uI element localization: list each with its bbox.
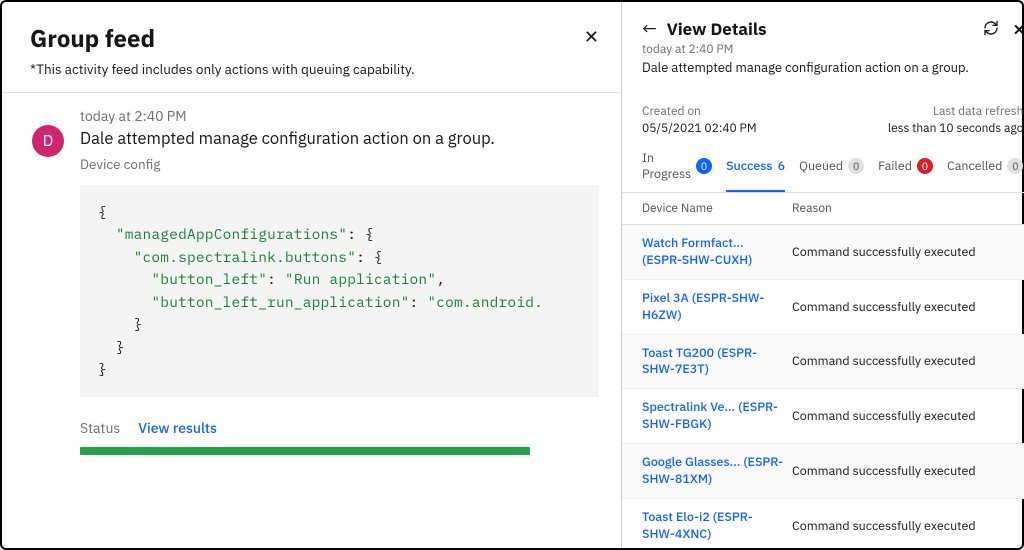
reason-text: Command successfully executed bbox=[792, 518, 1023, 534]
tab-queued[interactable]: Queued 0 bbox=[799, 150, 864, 192]
device-name-link[interactable]: Toast TG200 (ESPR-SHW-7E3T) bbox=[642, 345, 792, 379]
reason-text: Command successfully executed bbox=[792, 353, 1023, 369]
created-on-value: 05/5/2021 02:40 PM bbox=[642, 121, 757, 136]
cancelled-count: 0 bbox=[1007, 158, 1023, 174]
feed-description: Dale attempted manage configuration acti… bbox=[80, 127, 599, 149]
table-body: Watch Formfact... (ESPR-SHW-CUXH)Command… bbox=[622, 225, 1024, 548]
details-description: Dale attempted manage configuration acti… bbox=[642, 59, 1023, 76]
table-row: Watch Formfact... (ESPR-SHW-CUXH)Command… bbox=[622, 225, 1024, 280]
close-icon[interactable]: ✕ bbox=[1013, 23, 1024, 38]
col-device-name: Device Name bbox=[642, 201, 792, 216]
group-feed-title: Group feed bbox=[30, 22, 593, 54]
feed-body: today at 2:40 PM Dale attempted manage c… bbox=[80, 107, 599, 455]
progress-bar bbox=[80, 447, 530, 455]
status-row: Status View results bbox=[80, 397, 599, 443]
table-header: Device Name Reason bbox=[622, 193, 1024, 225]
details-timestamp: today at 2:40 PM bbox=[642, 42, 1023, 57]
status-tabs: In Progress 0 Success 6 Queued 0 Failed … bbox=[622, 146, 1024, 193]
tab-success[interactable]: Success 6 bbox=[726, 150, 785, 192]
reason-text: Command successfully executed bbox=[792, 244, 1023, 260]
feed-category: Device config bbox=[80, 155, 599, 173]
tab-failed[interactable]: Failed 0 bbox=[878, 150, 933, 192]
code-block: { "managedAppConfigurations": { "com.spe… bbox=[80, 185, 599, 397]
last-refresh-label: Last data refresh bbox=[933, 104, 1023, 119]
table-row: Toast Elo-i2 (ESPR-SHW-4XNC)Command succ… bbox=[622, 499, 1024, 548]
failed-count: 0 bbox=[917, 158, 933, 174]
device-name-link[interactable]: Pixel 3A (ESPR-SHW-H6ZW) bbox=[642, 290, 792, 324]
view-results-link[interactable]: View results bbox=[138, 419, 217, 437]
group-feed-subtitle: *This activity feed includes only action… bbox=[30, 60, 593, 78]
back-arrow-icon[interactable]: ← bbox=[642, 20, 657, 38]
table-row: Pixel 3A (ESPR-SHW-H6ZW)Command successf… bbox=[622, 280, 1024, 335]
details-title: View Details bbox=[667, 18, 767, 40]
feed-item: D today at 2:40 PM Dale attempted manage… bbox=[2, 93, 621, 455]
table-row: Spectralink Ve... (ESPR-SHW-FBGK)Command… bbox=[622, 389, 1024, 444]
device-name-link[interactable]: Watch Formfact... (ESPR-SHW-CUXH) bbox=[642, 235, 792, 269]
last-refresh-value: less than 10 seconds ago bbox=[888, 121, 1024, 136]
avatar: D bbox=[32, 125, 64, 157]
created-on-label: Created on bbox=[642, 104, 757, 119]
col-reason: Reason bbox=[792, 201, 1023, 216]
feed-timestamp: today at 2:40 PM bbox=[80, 107, 599, 125]
tab-in-progress[interactable]: In Progress 0 bbox=[642, 150, 712, 192]
table-row: Toast TG200 (ESPR-SHW-7E3T)Command succe… bbox=[622, 335, 1024, 390]
close-icon[interactable]: ✕ bbox=[584, 28, 599, 46]
reason-text: Command successfully executed bbox=[792, 463, 1023, 479]
device-name-link[interactable]: Toast Elo-i2 (ESPR-SHW-4XNC) bbox=[642, 509, 792, 543]
view-details-panel: ← View Details ✕ today at 2:40 PM Dale a… bbox=[622, 2, 1024, 548]
success-count: 6 bbox=[778, 158, 786, 174]
group-feed-header: Group feed *This activity feed includes … bbox=[2, 2, 621, 93]
device-name-link[interactable]: Spectralink Ve... (ESPR-SHW-FBGK) bbox=[642, 399, 792, 433]
refresh-icon[interactable] bbox=[983, 20, 999, 41]
meta-row: Created on 05/5/2021 02:40 PM Last data … bbox=[622, 90, 1024, 146]
status-label: Status bbox=[80, 419, 120, 437]
queued-count: 0 bbox=[848, 158, 864, 174]
details-header: ← View Details ✕ today at 2:40 PM Dale a… bbox=[622, 2, 1024, 90]
reason-text: Command successfully executed bbox=[792, 299, 1023, 315]
device-name-link[interactable]: Google Glasses... (ESPR-SHW-81XM) bbox=[642, 454, 792, 488]
tab-cancelled[interactable]: Cancelled 0 bbox=[947, 150, 1023, 192]
group-feed-panel: Group feed *This activity feed includes … bbox=[2, 2, 622, 548]
reason-text: Command successfully executed bbox=[792, 408, 1023, 424]
table-row: Google Glasses... (ESPR-SHW-81XM)Command… bbox=[622, 444, 1024, 499]
in-progress-count: 0 bbox=[696, 158, 712, 174]
